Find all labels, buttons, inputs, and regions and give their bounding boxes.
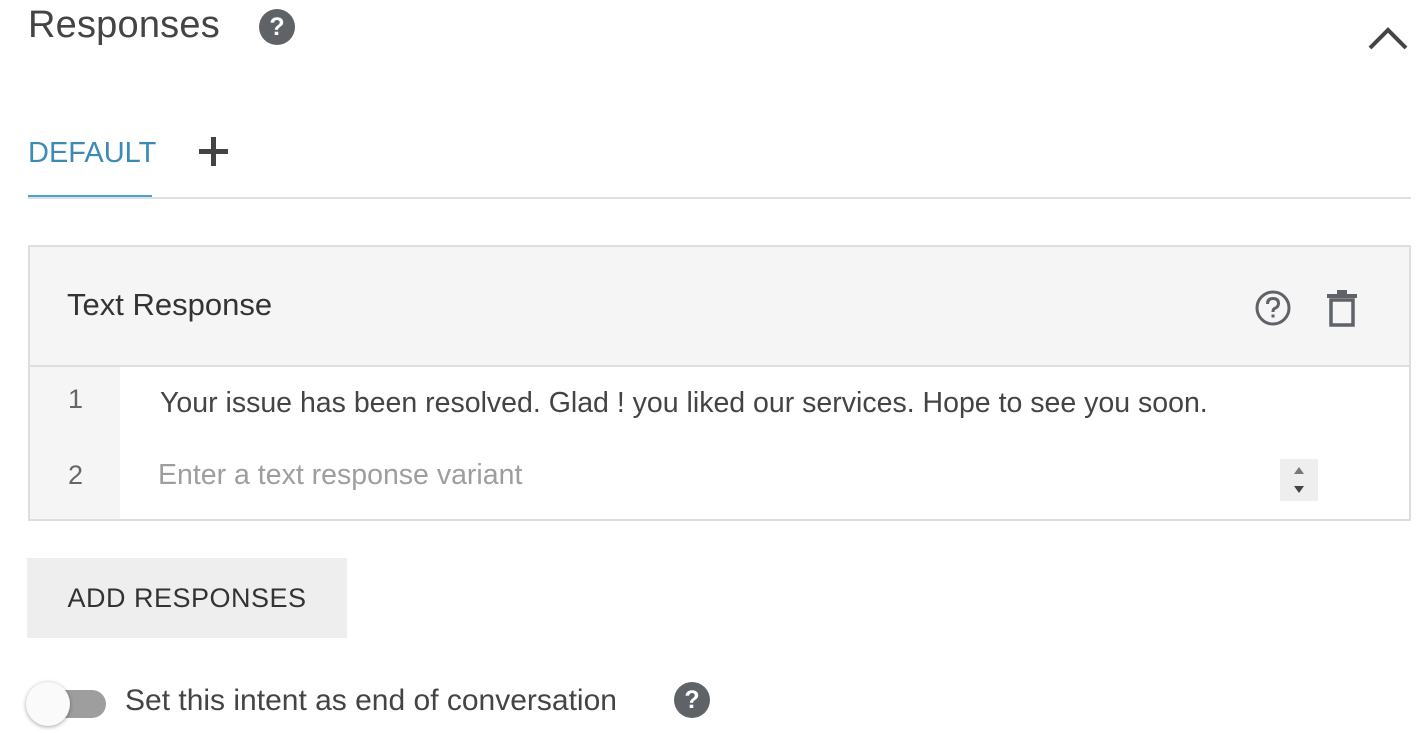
text-response-card: Text Response 1 Your issue has been reso… [28,245,1411,521]
card-title: Text Response [67,287,273,322]
response-variant-input[interactable] [158,453,1258,497]
card-header: Text Response [30,247,1409,367]
help-icon[interactable]: ? [259,9,295,45]
help-outline-icon[interactable] [1254,289,1292,327]
response-text-1[interactable]: Your issue has been resolved. Glad ! you… [160,387,1208,420]
help-icon[interactable]: ? [674,682,710,718]
plus-icon[interactable] [194,132,234,172]
toggle-thumb [26,682,70,726]
add-responses-button[interactable]: ADD RESPONSES [27,558,347,638]
responses-section: Responses ? DEFAULT Text Response 1 Your… [0,0,1418,735]
tabs-divider [28,197,1411,199]
tab-default[interactable]: DEFAULT [28,124,156,198]
end-conversation-toggle[interactable] [26,682,108,726]
row-number: 1 [68,384,84,414]
row-number: 2 [68,460,84,490]
tab-default-label: DEFAULT [28,137,157,169]
section-title: Responses [28,4,220,46]
trash-icon[interactable] [1326,289,1358,327]
end-conversation-label: Set this intent as end of conversation [125,684,617,717]
response-tabs: DEFAULT [28,124,1411,200]
chevron-up-icon[interactable] [1366,20,1410,56]
resize-stepper-icon[interactable] [1280,459,1318,501]
